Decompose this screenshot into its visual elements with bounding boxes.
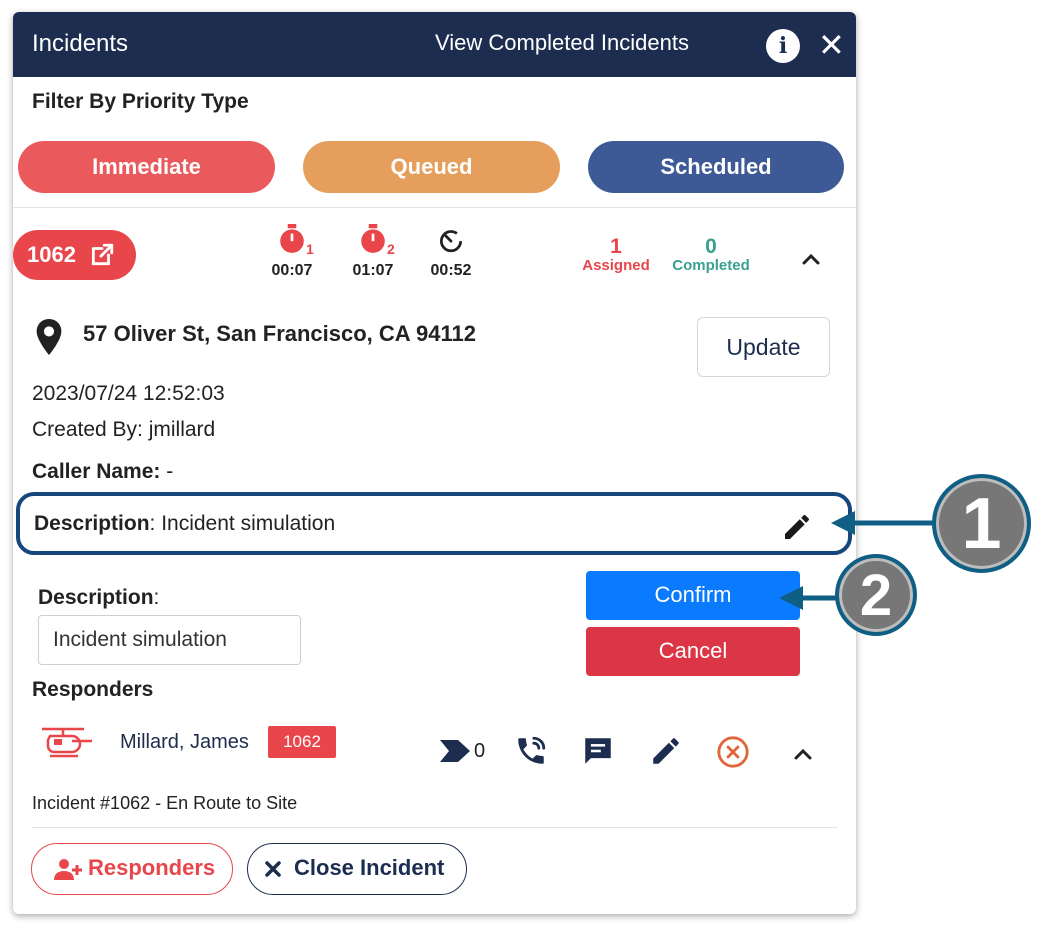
created-by: Created By: jmillard <box>32 418 216 441</box>
timer-icon <box>439 230 463 253</box>
timer-index: 2 <box>387 241 395 257</box>
add-responders-button[interactable]: Responders <box>31 843 233 895</box>
collapse-chevron-up-icon[interactable] <box>800 248 822 270</box>
description-edit-colon: : <box>153 586 160 609</box>
callout-2: 2 <box>835 554 917 636</box>
responder-status: Incident #1062 - En Route to Site <box>32 793 298 813</box>
description-value: : Incident simulation <box>149 512 336 535</box>
completed-count: 0 Completed <box>665 235 757 274</box>
close-incident-button[interactable]: Close Incident <box>247 843 467 895</box>
panel-header: Incidents View Completed Incidents i ✕ <box>13 12 856 77</box>
info-icon[interactable]: i <box>766 29 800 63</box>
timer-3: 00:52 <box>423 224 479 280</box>
responders-heading: Responders <box>32 678 154 701</box>
helicopter-icon <box>42 727 92 758</box>
assigned-number: 1 <box>610 235 622 258</box>
responder-incident-badge: 1062 <box>268 726 336 758</box>
close-incident-label: Close Incident <box>294 855 445 880</box>
caller-label: Caller Name: <box>32 460 161 483</box>
incident-address: 57 Oliver St, San Francisco, CA 94112 <box>83 321 476 346</box>
timer-time: 00:52 <box>430 262 472 279</box>
callout-1: 1 <box>932 474 1031 573</box>
incident-datetime: 2023/07/24 12:52:03 <box>32 382 225 405</box>
timer-index: 1 <box>306 241 314 257</box>
incident-number-badge[interactable]: 1062 <box>13 230 136 280</box>
responder-name[interactable]: Millard, James <box>120 731 249 754</box>
assigned-count: 1 Assigned <box>578 235 654 274</box>
panel-title: Incidents <box>32 30 129 57</box>
waypoint-count: 0 <box>474 740 486 762</box>
confirm-button[interactable]: Confirm <box>586 571 800 620</box>
responder-collapse-chevron-up-icon[interactable] <box>792 743 814 765</box>
close-icon[interactable]: ✕ <box>818 27 845 63</box>
message-icon[interactable] <box>581 734 615 768</box>
description-text: Description: Incident simulation <box>34 512 335 536</box>
waypoint-arrow-icon[interactable] <box>440 740 470 762</box>
add-user-icon <box>54 859 82 880</box>
view-completed-incidents-link[interactable]: View Completed Incidents <box>435 30 689 56</box>
filter-label: Filter By Priority Type <box>32 90 249 113</box>
description-edit-label: Description: <box>38 586 159 610</box>
description-row[interactable]: Description: Incident simulation <box>16 492 852 555</box>
description-input[interactable]: Incident simulation <box>38 615 301 665</box>
completed-number: 0 <box>705 235 717 258</box>
x-icon <box>265 861 281 877</box>
timer-1: 1 00:07 <box>264 224 320 280</box>
edit-pencil-icon[interactable] <box>649 734 683 768</box>
phone-call-icon[interactable] <box>514 734 548 768</box>
timer-2: 2 01:07 <box>345 224 401 280</box>
callout-arrow-2 <box>779 586 839 610</box>
divider <box>13 207 856 208</box>
remove-circle-x-icon[interactable] <box>716 735 750 769</box>
incidents-panel: Incidents View Completed Incidents i ✕ F… <box>13 12 856 914</box>
incident-number: 1062 <box>27 242 76 267</box>
stopwatch-icon <box>280 224 304 253</box>
update-button[interactable]: Update <box>697 317 830 377</box>
filter-queued-button[interactable]: Queued <box>303 141 560 193</box>
caller-value: - <box>160 460 174 483</box>
completed-label: Completed <box>672 257 750 274</box>
divider <box>32 827 838 828</box>
description-edit-label-text: Description <box>38 586 154 609</box>
filter-immediate-button[interactable]: Immediate <box>18 141 275 193</box>
caller-name: Caller Name: - <box>32 460 173 484</box>
responders-button-label: Responders <box>88 855 216 880</box>
callout-arrow-1 <box>831 511 937 535</box>
filter-scheduled-button[interactable]: Scheduled <box>588 141 844 193</box>
timer-time: 00:07 <box>271 262 313 279</box>
map-pin-icon <box>36 319 62 355</box>
assigned-label: Assigned <box>582 257 650 274</box>
cancel-button[interactable]: Cancel <box>586 627 800 676</box>
stopwatch-icon <box>361 224 385 253</box>
timer-time: 01:07 <box>352 262 394 279</box>
external-link-icon <box>91 243 114 266</box>
description-label: Description <box>34 512 150 535</box>
edit-pencil-icon[interactable] <box>781 511 813 543</box>
